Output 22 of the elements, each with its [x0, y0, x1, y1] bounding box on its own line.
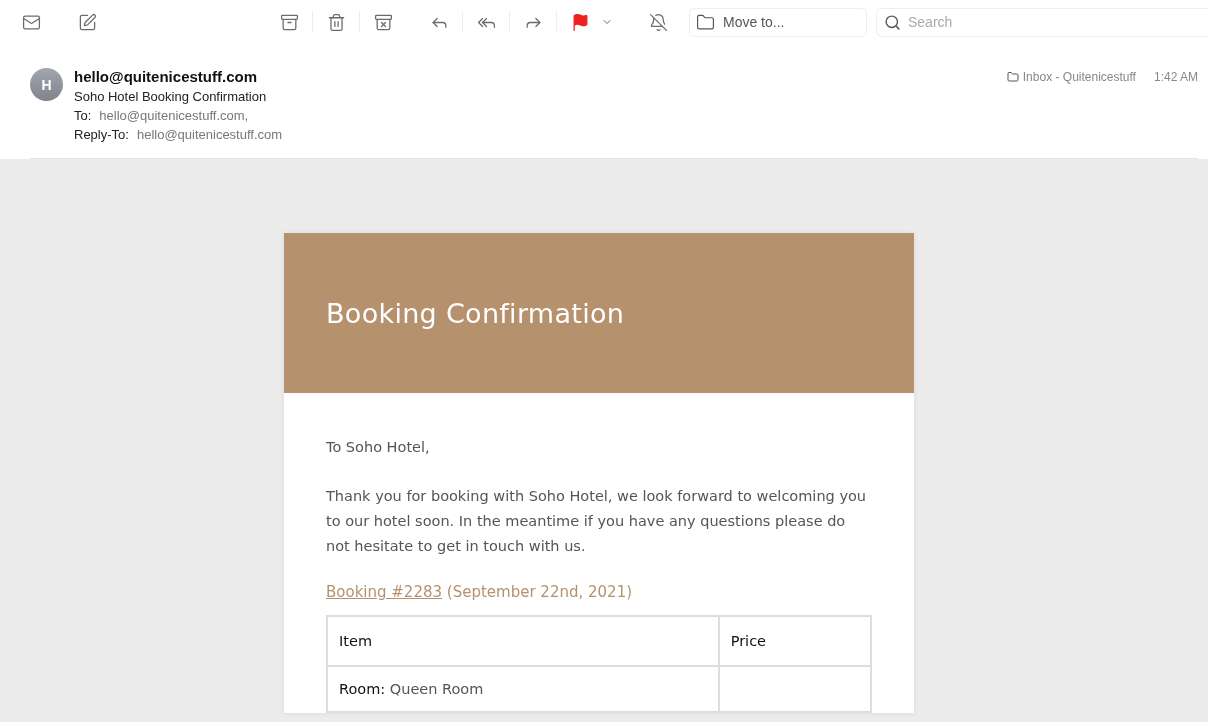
subject: Soho Hotel Booking Confirmation: [74, 89, 267, 104]
avatar: H: [30, 68, 63, 101]
search-field[interactable]: Search: [876, 7, 1208, 37]
sender-address: hello@quitenicestuff.com: [74, 68, 257, 85]
search-icon: [884, 13, 901, 31]
move-to-button[interactable]: Move to...: [689, 7, 867, 37]
message-time: 1:42 AM: [1153, 70, 1198, 84]
folder-icon: [696, 12, 715, 32]
folder-icon: [1006, 71, 1019, 83]
column-header: Item: [327, 616, 719, 666]
column-header: Price: [718, 616, 871, 666]
bell-off-icon[interactable]: [647, 11, 669, 33]
booking-line: Booking #2283 (September 22nd, 2021): [326, 583, 634, 601]
reply-to-label: Reply-To:: [74, 127, 129, 142]
greeting: To Soho Hotel,: [326, 438, 431, 457]
to-label: To:: [74, 108, 92, 123]
message-paragraph: Thank you for booking with Soho Hotel, we look forward to welcoming you to our hotel soon. In the meantime if you have any questions please do not hesitate to get in touch with us.: [326, 487, 868, 556]
banner-title: Booking Confirmation: [326, 297, 625, 329]
mailbox-name: Inbox - Quitenicestuff: [1022, 70, 1136, 84]
table-cell: Room: Queen Room: [327, 666, 719, 712]
to-address: hello@quitenicestuff.com,: [99, 108, 249, 123]
reply-to-address: hello@quitenicestuff.com: [136, 127, 283, 142]
